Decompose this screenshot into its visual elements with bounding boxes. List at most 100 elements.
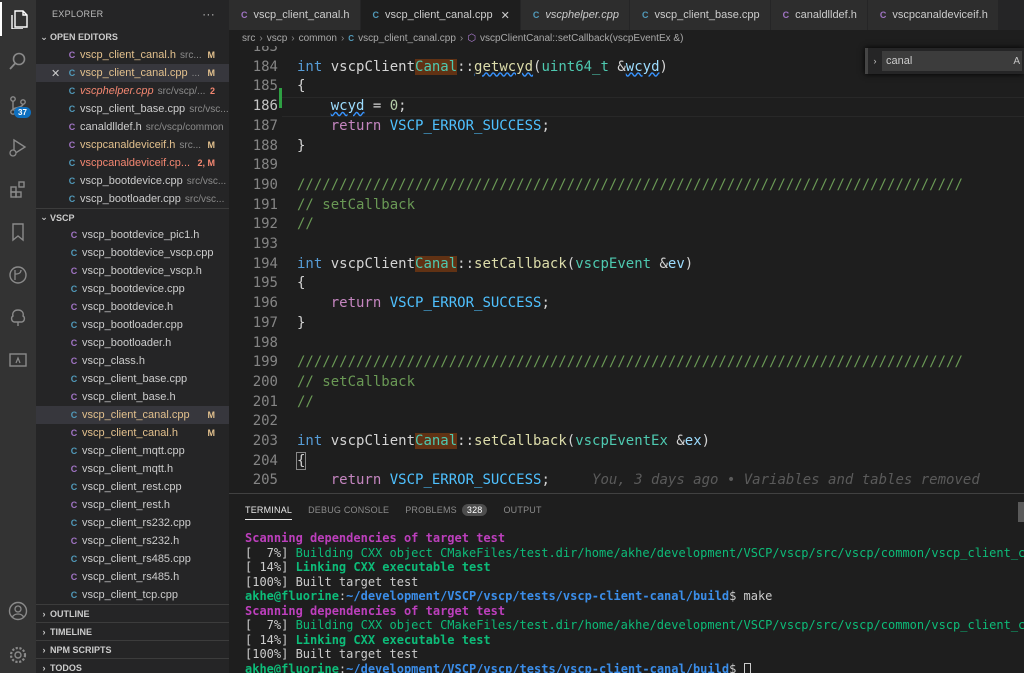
file-item[interactable]: Cvscp_client_rs485.cpp — [36, 550, 229, 568]
close-editor-icon[interactable]: ✕ — [51, 67, 60, 80]
bookmarks-activity-button[interactable] — [0, 215, 36, 249]
file-item[interactable]: Ccanaldlldef.h src/vscp/common — [36, 118, 229, 136]
code-line: ////////////////////////////////////////… — [297, 354, 963, 371]
breadcrumb-item[interactable]: src — [242, 33, 255, 44]
file-item[interactable]: Cvscpcanaldeviceif.h src... M — [36, 136, 229, 154]
editor-tab[interactable]: Ccanaldlldef.h — [770, 0, 868, 30]
line-number: 197 — [252, 314, 278, 331]
line-number: 187 — [252, 117, 278, 134]
breadcrumb-item[interactable]: common — [299, 33, 337, 44]
file-name: vscp_bootdevice_pic1.h — [82, 229, 200, 241]
file-item[interactable]: Cvscp_bootdevice_vscp.cpp — [36, 244, 229, 262]
file-item[interactable]: Cvscp_bootdevice_vscp.h — [36, 262, 229, 280]
tree-activity-button[interactable] — [0, 300, 36, 334]
panel-tab-output[interactable]: OUTPUT — [503, 494, 541, 526]
file-item[interactable]: Cvscp_client_base.cpp src/vsc... — [36, 100, 229, 118]
account-button[interactable] — [0, 594, 36, 628]
code-line: return VSCP_ERROR_SUCCESS; — [330, 295, 550, 312]
file-item[interactable]: Cvscpcanaldeviceif.cp... 2, M — [36, 154, 229, 172]
terminal-output[interactable]: Scanning dependencies of target test[ 7%… — [245, 531, 1024, 673]
match-case-icon[interactable]: A — [1013, 56, 1020, 67]
file-item[interactable]: Cvscp_bootdevice.h — [36, 298, 229, 316]
extensions-icon — [10, 181, 25, 198]
terminal-line: [ 14%] Linking CXX executable test — [245, 560, 491, 574]
editor-tab[interactable]: Cvscpcanaldeviceif.h — [867, 0, 999, 30]
file-item[interactable]: Cvscp_client_rs485.h — [36, 568, 229, 586]
terminal-line: [100%] Built target test — [245, 574, 419, 589]
file-item[interactable]: Cvscp_client_tcp.cpp — [36, 586, 229, 604]
chevron-right-icon: › — [42, 626, 46, 637]
file-item[interactable]: Cvscp_bootloader.h — [36, 334, 229, 352]
toggle-replace-icon[interactable]: › — [868, 56, 882, 66]
breadcrumb-item[interactable]: vscp — [267, 33, 288, 44]
editor-tab[interactable]: Cvscp_client_canal.h — [229, 0, 361, 30]
file-item[interactable]: Cvscp_bootloader.cpp — [36, 316, 229, 334]
file-item[interactable]: Cvscp_client_rs232.h — [36, 532, 229, 550]
terminal-scrollbar[interactable] — [1018, 502, 1024, 522]
file-item[interactable]: Cvscp_bootloader.cpp src/vsc... — [36, 190, 229, 208]
editor-tab[interactable]: Cvscp_client_base.cpp — [629, 0, 771, 30]
open-editors-list: Cvscp_client_canal.h src... M ✕ Cvscp_client… — [36, 46, 229, 208]
file-item[interactable]: Cvscp_client_rest.cpp — [36, 478, 229, 496]
editor-tab[interactable]: Cvscp_client_canal.cpp ✕ — [360, 0, 521, 30]
breadcrumb-file[interactable]: vscp_client_canal.cpp — [358, 33, 456, 44]
section-npm-scripts[interactable]: › NPM SCRIPTS — [36, 640, 229, 658]
open-editors-header[interactable]: ⌄ OPEN EDITORS — [36, 28, 229, 46]
file-item[interactable]: Cvscp_bootdevice_pic1.h — [36, 226, 229, 244]
explorer-header: EXPLORER ··· — [36, 0, 229, 28]
file-item[interactable]: Cvscphelper.cpp src/vscp/... 2 — [36, 82, 229, 100]
editor-tab[interactable]: Cvscphelper.cpp — [520, 0, 630, 30]
c-header-file-icon: C — [68, 50, 76, 60]
cpp-file-icon: C — [68, 194, 76, 204]
panel-tabs: TERMINAL DEBUG CONSOLE PROBLEMS 328 OUTPUT — [229, 494, 1024, 526]
vscp-folder-header[interactable]: ⌄ VSCP — [36, 208, 229, 226]
files-activity-button[interactable] — [0, 2, 36, 36]
code-editor[interactable]: 183 184 int vscpClientCanal::getwcyd(uint6… — [229, 46, 1024, 493]
git-graph-activity-button[interactable] — [0, 258, 36, 292]
panel-tab-debug-console[interactable]: DEBUG CONSOLE — [308, 494, 389, 526]
chevron-right-icon: › — [340, 32, 345, 44]
file-item[interactable]: Cvscp_client_canal.cpp M — [36, 406, 229, 424]
file-item[interactable]: Cvscp_client_rest.h — [36, 496, 229, 514]
file-item[interactable]: Cvscp_client_canal.h src... M — [36, 46, 229, 64]
method-icon: ⬡ — [467, 32, 476, 44]
section-outline[interactable]: › OUTLINE — [36, 604, 229, 622]
terminal-line: [ 14%] Linking CXX executable test — [245, 632, 491, 647]
file-item[interactable]: ✕ Cvscp_client_canal.cpp... M — [36, 64, 229, 82]
search-activity-button[interactable] — [0, 44, 36, 78]
tab-label: vscpcanaldeviceif.h — [892, 8, 988, 21]
file-item[interactable]: Cvscp_bootdevice.cpp — [36, 280, 229, 298]
section-timeline[interactable]: › TIMELINE — [36, 622, 229, 640]
file-item[interactable]: Cvscp_client_base.h — [36, 388, 229, 406]
more-actions-icon[interactable]: ··· — [202, 7, 215, 21]
file-item[interactable]: Cvscp_client_canal.h M — [36, 424, 229, 442]
close-tab-icon[interactable]: ✕ — [501, 9, 510, 22]
extensions-activity-button[interactable] — [0, 172, 36, 206]
git-status-badge: M — [207, 140, 216, 150]
file-item[interactable]: Cvscp_client_base.cpp — [36, 370, 229, 388]
cpp-file-icon: C — [70, 590, 78, 600]
settings-gear-button[interactable] — [0, 638, 36, 672]
file-item[interactable]: Cvscp_bootdevice.cpp src/vsc... — [36, 172, 229, 190]
breadcrumb-symbol[interactable]: vscpClientCanal::setCallback(vscpEventEx… — [480, 33, 683, 44]
file-item[interactable]: Cvscp_client_mqtt.h — [36, 460, 229, 478]
remote-explorer-activity-button[interactable] — [0, 343, 36, 377]
file-path: src/vsc... — [189, 103, 229, 115]
c-header-file-icon: C — [70, 338, 78, 348]
c-header-file-icon: C — [70, 464, 78, 474]
source-control-badge: 37 — [14, 107, 31, 118]
find-input[interactable]: canal A — [882, 51, 1022, 71]
file-name: vscp_bootdevice_vscp.cpp — [82, 247, 214, 259]
panel-tab-problems[interactable]: PROBLEMS 328 — [405, 494, 488, 526]
terminal-line: Scanning dependencies of target test — [245, 603, 506, 618]
file-item[interactable]: Cvscp_client_mqtt.cpp — [36, 442, 229, 460]
source-control-activity-button[interactable]: 37 — [0, 88, 36, 122]
file-item[interactable]: Cvscp_client_rs232.cpp — [36, 514, 229, 532]
panel-tab-terminal[interactable]: TERMINAL — [245, 494, 293, 526]
folder-title: VSCP — [50, 212, 75, 223]
run-debug-activity-button[interactable] — [0, 130, 36, 164]
section-todos[interactable]: › TODOS — [36, 658, 229, 673]
file-name: vscp_client_rs232.cpp — [82, 517, 191, 529]
file-item[interactable]: Cvscp_class.h — [36, 352, 229, 370]
code-line: int vscpClientCanal::getwcyd(uint64_t &w… — [297, 58, 668, 75]
